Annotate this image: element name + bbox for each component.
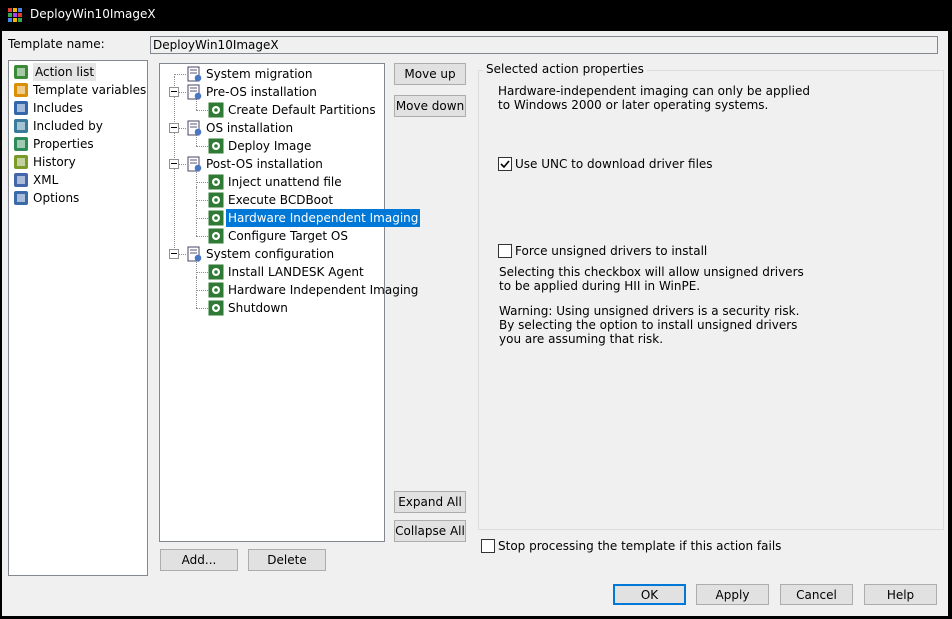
tree-branch-line <box>196 182 208 183</box>
action-tree[interactable]: System migration Pre-OS installation Creat… <box>159 63 421 542</box>
collapse-toggle-icon[interactable] <box>169 123 179 133</box>
sidebar-item-label[interactable]: Included by <box>33 117 103 135</box>
apply-button[interactable]: Apply <box>696 584 769 605</box>
info-line-1: Hardware-independent imaging can only be… <box>498 84 810 98</box>
collapse-toggle-icon[interactable] <box>169 159 179 169</box>
force-unsigned-label[interactable]: Force unsigned drivers to install <box>515 244 707 258</box>
expand-all-button[interactable]: Expand All <box>394 491 466 513</box>
collapse-toggle-icon[interactable] <box>169 87 179 97</box>
section-document-icon <box>186 246 202 262</box>
collapse-toggle-icon[interactable] <box>169 249 179 259</box>
tree-section-item[interactable]: System migration <box>206 65 312 83</box>
help-button[interactable]: Help <box>864 584 937 605</box>
section-document-icon <box>186 156 202 172</box>
tree-branch-line <box>174 74 186 75</box>
dialog-body: Template name: DeployWin10ImageX Action … <box>2 31 948 616</box>
ok-button[interactable]: OK <box>613 584 686 605</box>
warning-line-1: Warning: Using unsigned drivers is a sec… <box>499 304 800 318</box>
delete-button[interactable]: Delete <box>248 549 326 571</box>
stop-processing-checkbox[interactable] <box>481 539 495 553</box>
add-button[interactable]: Add... <box>160 549 238 571</box>
includes-icon <box>13 100 29 116</box>
tree-branch-line <box>196 290 208 291</box>
action-gear-icon <box>208 228 224 244</box>
history-icon <box>13 154 29 170</box>
tree-section-item[interactable]: System configuration <box>206 245 334 263</box>
tree-action-item[interactable]: Hardware Independent Imaging <box>226 209 421 227</box>
tree-branch-line <box>196 236 208 237</box>
template-name-label: Template name: <box>8 37 105 51</box>
use-unc-label[interactable]: Use UNC to download driver files <box>515 157 713 171</box>
section-document-icon <box>186 84 202 100</box>
tree-branch-line <box>196 272 208 273</box>
warning-line-3: you are assuming that risk. <box>499 332 664 346</box>
tree-branch-line <box>196 218 208 219</box>
tree-section-item[interactable]: OS installation <box>206 119 293 137</box>
tree-child-line <box>196 223 197 236</box>
tree-action-item[interactable]: Shutdown <box>228 299 288 317</box>
tree-branch-line <box>196 146 208 147</box>
properties-icon <box>13 136 29 152</box>
tree-branch-line <box>196 308 208 309</box>
tree-action-item[interactable]: Execute BCDBoot <box>228 191 333 209</box>
sidebar-item-label[interactable]: Options <box>33 189 79 207</box>
action-gear-icon <box>208 210 224 226</box>
template-name-value: DeployWin10ImageX <box>153 38 279 52</box>
unsigned-desc-2: to be applied during HII in WinPE. <box>499 279 701 293</box>
tree-child-line <box>196 277 197 295</box>
cancel-button[interactable]: Cancel <box>780 584 853 605</box>
tree-action-item[interactable]: Hardware Independent Imaging <box>228 281 418 299</box>
action-gear-icon <box>208 264 224 280</box>
collapse-all-button[interactable]: Collapse All <box>394 520 466 542</box>
sidebar-panel: Action list Template variables Includes Inc… <box>8 60 148 576</box>
tree-action-item[interactable]: Inject unattend file <box>228 173 342 191</box>
dialog-window: DeployWin10ImageX Template name: DeployW… <box>0 0 952 619</box>
warning-line-2: By selecting the option to install unsig… <box>499 318 798 332</box>
tree-child-line <box>196 205 197 223</box>
template-variables-icon <box>13 82 29 98</box>
tree-child-line <box>196 295 197 308</box>
template-name-field[interactable]: DeployWin10ImageX <box>150 36 938 54</box>
unsigned-desc-1: Selecting this checkbox will allow unsig… <box>499 265 804 279</box>
info-line-2: to Windows 2000 or later operating syste… <box>498 98 769 112</box>
included-by-icon <box>13 118 29 134</box>
force-unsigned-checkbox[interactable] <box>498 244 512 258</box>
action-gear-icon <box>208 174 224 190</box>
tree-action-item[interactable]: Configure Target OS <box>228 227 348 245</box>
sidebar-item-label[interactable]: XML <box>33 171 58 189</box>
tree-child-line <box>196 187 197 205</box>
tree-action-item[interactable]: Install LANDESK Agent <box>228 263 364 281</box>
section-document-icon <box>186 66 202 82</box>
title-bar[interactable]: DeployWin10ImageX <box>0 0 952 31</box>
tree-branch-line <box>196 110 208 111</box>
tree-section-item[interactable]: Pre-OS installation <box>206 83 317 101</box>
move-up-button[interactable]: Move up <box>394 63 466 85</box>
selected-action-properties-group <box>478 70 944 530</box>
sidebar-item-label[interactable]: Template variables <box>33 81 146 99</box>
tree-section-item[interactable]: Post-OS installation <box>206 155 323 173</box>
action-gear-icon <box>208 192 224 208</box>
tree-action-item[interactable]: Deploy Image <box>228 137 311 155</box>
xml-icon <box>13 172 29 188</box>
action-gear-icon <box>208 282 224 298</box>
sidebar-item-label[interactable]: Includes <box>33 99 83 117</box>
tree-action-item[interactable]: Create Default Partitions <box>228 101 376 119</box>
sidebar-item-label[interactable]: History <box>33 153 76 171</box>
use-unc-checkbox[interactable] <box>498 157 512 171</box>
action-gear-icon <box>208 102 224 118</box>
action-list-icon <box>13 64 29 80</box>
group-title: Selected action properties <box>483 62 647 76</box>
app-icon <box>8 8 22 22</box>
tree-branch-line <box>196 200 208 201</box>
checkmark-icon <box>500 160 510 169</box>
action-gear-icon <box>208 138 224 154</box>
sidebar-item-label[interactable]: Action list <box>33 63 97 81</box>
section-document-icon <box>186 120 202 136</box>
window-title: DeployWin10ImageX <box>30 7 156 21</box>
sidebar-item-label[interactable]: Properties <box>33 135 94 153</box>
options-icon <box>13 190 29 206</box>
move-down-button[interactable]: Move down <box>394 95 466 117</box>
action-gear-icon <box>208 300 224 316</box>
stop-processing-label[interactable]: Stop processing the template if this act… <box>498 539 781 553</box>
